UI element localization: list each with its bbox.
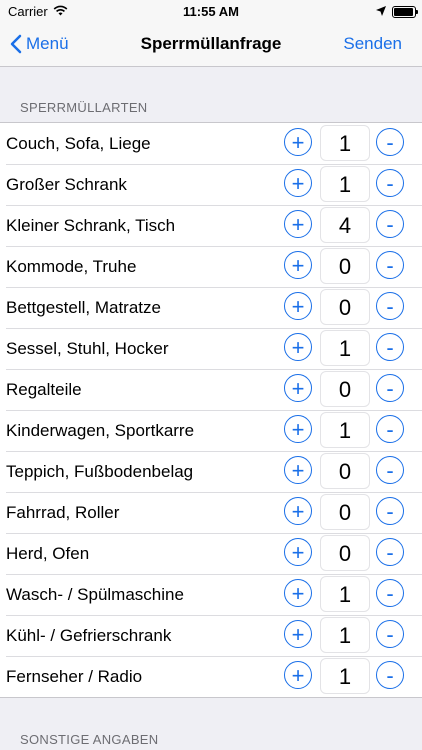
increment-button[interactable]: + <box>284 579 312 607</box>
status-bar: Carrier 11:55 AM <box>0 0 422 22</box>
decrement-button[interactable]: - <box>376 333 404 361</box>
section-header-sonstige-angaben: SONSTIGE ANGABEN <box>20 732 159 747</box>
list-item: Wasch- / Spülmaschine +1- <box>0 574 422 615</box>
increment-button[interactable]: + <box>284 333 312 361</box>
list-item: Kinderwagen, Sportkarre +1- <box>0 410 422 451</box>
navigation-bar: Menü Sperrmüllanfrage Senden <box>0 22 422 67</box>
item-label: Kleiner Schrank, Tisch <box>6 216 176 235</box>
quantity-field[interactable]: 1 <box>320 166 370 202</box>
increment-button[interactable]: + <box>284 128 312 156</box>
list-item: Fernseher / Radio +1- <box>0 656 422 697</box>
item-label: Teppich, Fußbodenbelag <box>6 462 194 481</box>
list-item: Couch, Sofa, Liege +1- <box>0 123 422 164</box>
quantity-field[interactable]: 0 <box>320 371 370 407</box>
list-item: Regalteile +0- <box>0 369 422 410</box>
decrement-button[interactable]: - <box>376 292 404 320</box>
list-item: Fahrrad, Roller +0- <box>0 492 422 533</box>
decrement-button[interactable]: - <box>376 128 404 156</box>
quantity-field[interactable]: 1 <box>320 412 370 448</box>
list-item: Sessel, Stuhl, Hocker +1- <box>0 328 422 369</box>
quantity-field[interactable]: 0 <box>320 535 370 571</box>
quantity-field[interactable]: 0 <box>320 248 370 284</box>
location-arrow-icon <box>376 4 386 19</box>
decrement-button[interactable]: - <box>376 497 404 525</box>
item-label: Fernseher / Radio <box>6 667 143 686</box>
quantity-field[interactable]: 1 <box>320 658 370 694</box>
list-item: Kommode, Truhe +0- <box>0 246 422 287</box>
item-label: Kinderwagen, Sportkarre <box>6 421 195 440</box>
increment-button[interactable]: + <box>284 210 312 238</box>
list-item: Teppich, Fußbodenbelag +0- <box>0 451 422 492</box>
decrement-button[interactable]: - <box>376 210 404 238</box>
section-header-sperrmuellarten: SPERRMÜLLARTEN <box>20 100 148 115</box>
item-label: Bettgestell, Matratze <box>6 298 161 317</box>
increment-button[interactable]: + <box>284 497 312 525</box>
item-label: Wasch- / Spülmaschine <box>6 585 184 604</box>
item-label: Regalteile <box>6 380 82 399</box>
item-label: Kühl- / Gefrierschrank <box>6 626 172 645</box>
decrement-button[interactable]: - <box>376 415 404 443</box>
increment-button[interactable]: + <box>284 415 312 443</box>
quantity-field[interactable]: 0 <box>320 289 370 325</box>
increment-button[interactable]: + <box>284 456 312 484</box>
list-item: Bettgestell, Matratze +0- <box>0 287 422 328</box>
list-item: Kleiner Schrank, Tisch +4- <box>0 205 422 246</box>
decrement-button[interactable]: - <box>376 169 404 197</box>
decrement-button[interactable]: - <box>376 538 404 566</box>
quantity-field[interactable]: 0 <box>320 494 370 530</box>
list-item: Großer Schrank +1- <box>0 164 422 205</box>
decrement-button[interactable]: - <box>376 374 404 402</box>
send-button[interactable]: Senden <box>343 22 402 66</box>
decrement-button[interactable]: - <box>376 579 404 607</box>
item-label: Herd, Ofen <box>6 544 90 563</box>
item-label: Großer Schrank <box>6 175 127 194</box>
increment-button[interactable]: + <box>284 620 312 648</box>
quantity-field[interactable]: 4 <box>320 207 370 243</box>
item-list: Couch, Sofa, Liege +1- Großer Schrank +1- Kl… <box>0 122 422 698</box>
list-item: Herd, Ofen +0- <box>0 533 422 574</box>
quantity-field[interactable]: 1 <box>320 125 370 161</box>
battery-icon <box>392 5 418 18</box>
status-time: 11:55 AM <box>183 4 239 19</box>
item-label: Couch, Sofa, Liege <box>6 134 151 153</box>
increment-button[interactable]: + <box>284 538 312 566</box>
item-label: Sessel, Stuhl, Hocker <box>6 339 169 358</box>
decrement-button[interactable]: - <box>376 661 404 689</box>
quantity-field[interactable]: 1 <box>320 576 370 612</box>
status-right <box>376 4 418 19</box>
list-item: Kühl- / Gefrierschrank +1- <box>0 615 422 656</box>
quantity-field[interactable]: 1 <box>320 330 370 366</box>
decrement-button[interactable]: - <box>376 620 404 648</box>
increment-button[interactable]: + <box>284 374 312 402</box>
increment-button[interactable]: + <box>284 292 312 320</box>
item-label: Fahrrad, Roller <box>6 503 120 522</box>
increment-button[interactable]: + <box>284 169 312 197</box>
decrement-button[interactable]: - <box>376 456 404 484</box>
battery-fill <box>394 7 413 16</box>
decrement-button[interactable]: - <box>376 251 404 279</box>
quantity-field[interactable]: 1 <box>320 617 370 653</box>
quantity-field[interactable]: 0 <box>320 453 370 489</box>
increment-button[interactable]: + <box>284 661 312 689</box>
item-label: Kommode, Truhe <box>6 257 137 276</box>
increment-button[interactable]: + <box>284 251 312 279</box>
